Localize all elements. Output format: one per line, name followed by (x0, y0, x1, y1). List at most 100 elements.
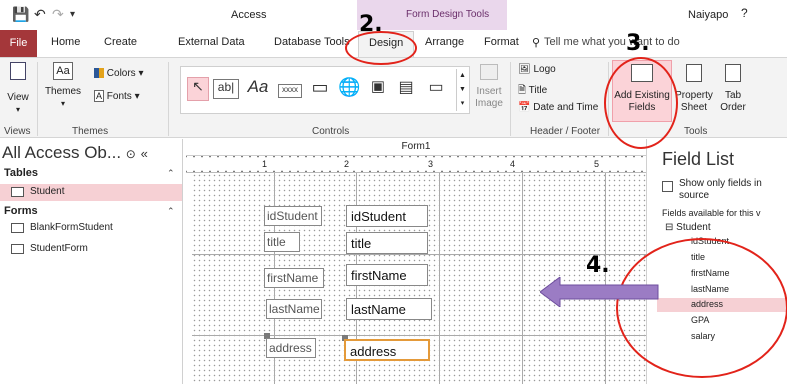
chevron-down-icon: ▾ (138, 68, 144, 79)
collapse-pane-icon[interactable]: « (141, 146, 148, 161)
label-title[interactable]: title (264, 232, 300, 252)
label-control-icon[interactable]: Aa (245, 77, 271, 101)
logo-button[interactable]: 🖼 Logo (518, 64, 556, 75)
select-pointer-icon[interactable]: ↖ (187, 77, 209, 101)
title-bar: 💾 ↶ ↷ ▾ Access Form Design Tools Naiyapo… (0, 0, 787, 30)
step-4-circle (616, 238, 787, 378)
divider (510, 62, 511, 136)
field-list-title: Field List (662, 149, 735, 169)
insert-image-label: Insert Image (475, 86, 503, 109)
ruler-number: 1 (260, 159, 270, 169)
grid-line (522, 173, 523, 384)
textbox-title[interactable]: title (346, 232, 428, 254)
date-time-label: Date and Time (533, 102, 599, 113)
tab-format[interactable]: Format (484, 36, 519, 48)
navigation-control-icon[interactable]: ▤ (395, 77, 417, 101)
nav-item-student[interactable]: Student (0, 184, 182, 201)
form-icon (11, 223, 24, 233)
chevron-down-icon: ▾ (60, 99, 65, 108)
group-tools-label: Tools (684, 126, 708, 137)
tab-order-button[interactable]: Tab Order (716, 64, 750, 114)
label-firstname[interactable]: firstName (264, 268, 324, 288)
nav-pane-title[interactable]: All Access Ob... ⊙ « (2, 143, 148, 163)
fonts-label: Fonts (106, 91, 132, 102)
date-time-button[interactable]: 📅 Date and Time (518, 102, 598, 113)
undo-icon[interactable]: ↶ (34, 6, 46, 23)
fonts-button[interactable]: A Fonts ▾ (94, 90, 140, 102)
field-list-table[interactable]: ⊟ Student (665, 222, 711, 233)
pointer-arrow-icon (540, 277, 659, 307)
nav-item-label: StudentForm (30, 243, 88, 254)
divider (37, 62, 38, 136)
property-sheet-button[interactable]: Property Sheet (674, 64, 714, 114)
user-name[interactable]: Naiyapo (688, 9, 728, 21)
label-idstudent[interactable]: idStudent (264, 206, 322, 226)
textbox-idstudent[interactable]: idStudent (346, 205, 428, 227)
themes-button[interactable]: Aa Themes ▾ (40, 62, 86, 110)
horizontal-ruler (186, 156, 646, 173)
option-group-icon[interactable]: ▭ (424, 77, 448, 101)
tab-order-icon (725, 64, 741, 82)
nav-section-tables[interactable]: Tables (4, 167, 38, 179)
collapse-table-icon[interactable]: ⊟ (665, 222, 673, 233)
group-header-footer-label: Header / Footer (530, 126, 601, 137)
view-icon (10, 62, 26, 80)
tab-control-icon[interactable]: ▭ (309, 77, 331, 101)
collapse-section-icon[interactable]: ⌃ (167, 168, 175, 179)
tab-create[interactable]: Create (104, 36, 137, 48)
app-title: Access (231, 9, 267, 21)
lightbulb-icon: ⚲ (532, 37, 541, 49)
context-tools-title: Form Design Tools (406, 9, 490, 20)
tell-me-search[interactable]: Tell me what you want to do (544, 36, 680, 48)
nav-menu-icon[interactable]: ⊙ (126, 147, 136, 161)
field-list-table-name: Student (676, 222, 711, 233)
help-icon[interactable]: ? (741, 6, 748, 20)
ruler-number: 2 (342, 159, 352, 169)
view-button[interactable]: View ▾ (4, 62, 32, 116)
nav-item-label: Student (30, 186, 65, 197)
step-3-circle (604, 57, 678, 149)
redo-icon[interactable]: ↷ (52, 6, 64, 23)
save-icon[interactable]: 💾 (12, 6, 29, 23)
fields-available-heading: Fields available for this v (662, 208, 761, 218)
show-only-fields-link[interactable]: Show only fields in source (679, 178, 787, 202)
nav-section-forms[interactable]: Forms (4, 205, 38, 217)
textbox-control-icon[interactable]: ab| (213, 79, 239, 99)
ruler-number: 5 (592, 159, 602, 169)
controls-gallery[interactable]: ↖ ab| Aa xxxx ▭ 🌐 ▣ ▤ ▭ ▲ ▼ ▾ (180, 66, 470, 114)
tab-arrange[interactable]: Arrange (425, 36, 464, 48)
label-address[interactable]: address (266, 338, 316, 358)
textbox-address[interactable]: address (344, 339, 430, 361)
calendar-icon: 📅 (518, 102, 531, 113)
nav-item-blankformstudent[interactable]: BlankFormStudent (0, 220, 182, 237)
view-label: View (7, 92, 29, 103)
ruler-number: 4 (508, 159, 518, 169)
insert-image-button[interactable]: Insert Image (472, 64, 506, 110)
tab-database-tools[interactable]: Database Tools (274, 36, 350, 48)
button-control-icon[interactable]: xxxx (278, 84, 302, 98)
tab-file[interactable]: File (0, 30, 37, 57)
web-browser-control-icon[interactable]: ▣ (367, 77, 389, 101)
title-button[interactable]: 🗎 Title (518, 83, 547, 100)
hyperlink-control-icon[interactable]: 🌐 (338, 77, 360, 101)
tab-order-label: Tab Order (720, 90, 746, 113)
show-only-fields-icon[interactable] (662, 181, 673, 192)
colors-button[interactable]: Colors ▾ (94, 68, 144, 79)
grid-line (192, 254, 646, 255)
grid-line (439, 173, 440, 384)
logo-icon: 🖼 (518, 64, 531, 75)
collapse-section-icon[interactable]: ⌃ (167, 206, 175, 217)
step-4-label: 4. (586, 253, 610, 278)
customize-toolbar-icon[interactable]: ▾ (70, 9, 75, 20)
textbox-lastname[interactable]: lastName (346, 298, 432, 320)
tab-home[interactable]: Home (51, 36, 80, 48)
form-icon (11, 244, 24, 254)
form-document-tab[interactable]: Form1 (186, 139, 646, 156)
nav-item-label: BlankFormStudent (30, 222, 113, 233)
colors-icon (94, 68, 104, 79)
nav-item-studentform[interactable]: StudentForm (0, 241, 182, 258)
textbox-firstname[interactable]: firstName (346, 264, 428, 286)
label-lastname[interactable]: lastName (266, 299, 322, 319)
tab-external-data[interactable]: External Data (178, 36, 245, 48)
gallery-scroll-icon[interactable]: ▲ ▼ ▾ (456, 69, 468, 111)
